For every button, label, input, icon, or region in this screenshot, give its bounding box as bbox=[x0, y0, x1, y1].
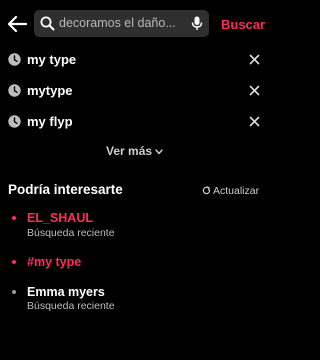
refresh-label: Actualizar bbox=[213, 185, 260, 197]
suggestion-subtitle: Búsqueda reciente bbox=[27, 227, 115, 239]
clock-icon bbox=[8, 84, 21, 97]
suggestion-item[interactable]: #my type bbox=[0, 253, 270, 273]
search-button[interactable]: Buscar bbox=[221, 17, 265, 32]
see-more-button[interactable]: Ver más bbox=[106, 144, 163, 158]
suggestion-title: #my type bbox=[27, 255, 82, 269]
see-more-label: Ver más bbox=[106, 144, 153, 158]
section-title: Podría interesarte bbox=[8, 182, 123, 197]
refresh-icon bbox=[202, 186, 211, 195]
magnifier-icon bbox=[40, 16, 55, 31]
suggestion-subtitle: Búsqueda reciente bbox=[27, 300, 115, 312]
clock-icon bbox=[8, 115, 21, 128]
arrow-left-icon[interactable] bbox=[6, 14, 28, 34]
history-label[interactable]: my type bbox=[27, 52, 76, 68]
suggestion-title: Emma myers bbox=[27, 285, 105, 299]
history-item[interactable]: my flyp bbox=[0, 110, 270, 136]
history-item[interactable]: mytype bbox=[0, 79, 270, 105]
history-label[interactable]: my flyp bbox=[27, 114, 73, 130]
chevron-down-icon bbox=[155, 149, 163, 155]
suggestion-item[interactable]: EL_SHAUL Búsqueda reciente bbox=[0, 209, 270, 241]
close-icon[interactable] bbox=[249, 85, 260, 96]
microphone-icon[interactable] bbox=[191, 16, 203, 31]
suggestion-dot bbox=[12, 290, 16, 294]
close-icon[interactable] bbox=[249, 54, 260, 65]
suggestion-item[interactable]: Emma myers Búsqueda reciente bbox=[0, 283, 270, 315]
search-query[interactable]: decoramos el daño... bbox=[59, 16, 189, 31]
suggestion-title: EL_SHAUL bbox=[27, 211, 93, 225]
close-icon[interactable] bbox=[249, 116, 260, 127]
history-item[interactable]: my type bbox=[0, 48, 270, 74]
suggestion-dot bbox=[12, 260, 16, 264]
refresh-button[interactable]: Actualizar bbox=[202, 185, 259, 197]
search-header: decoramos el daño... Buscar bbox=[0, 8, 270, 40]
suggestion-dot bbox=[12, 216, 16, 220]
search-input[interactable]: decoramos el daño... bbox=[34, 10, 209, 37]
history-label[interactable]: mytype bbox=[27, 83, 73, 99]
clock-icon bbox=[8, 53, 21, 66]
